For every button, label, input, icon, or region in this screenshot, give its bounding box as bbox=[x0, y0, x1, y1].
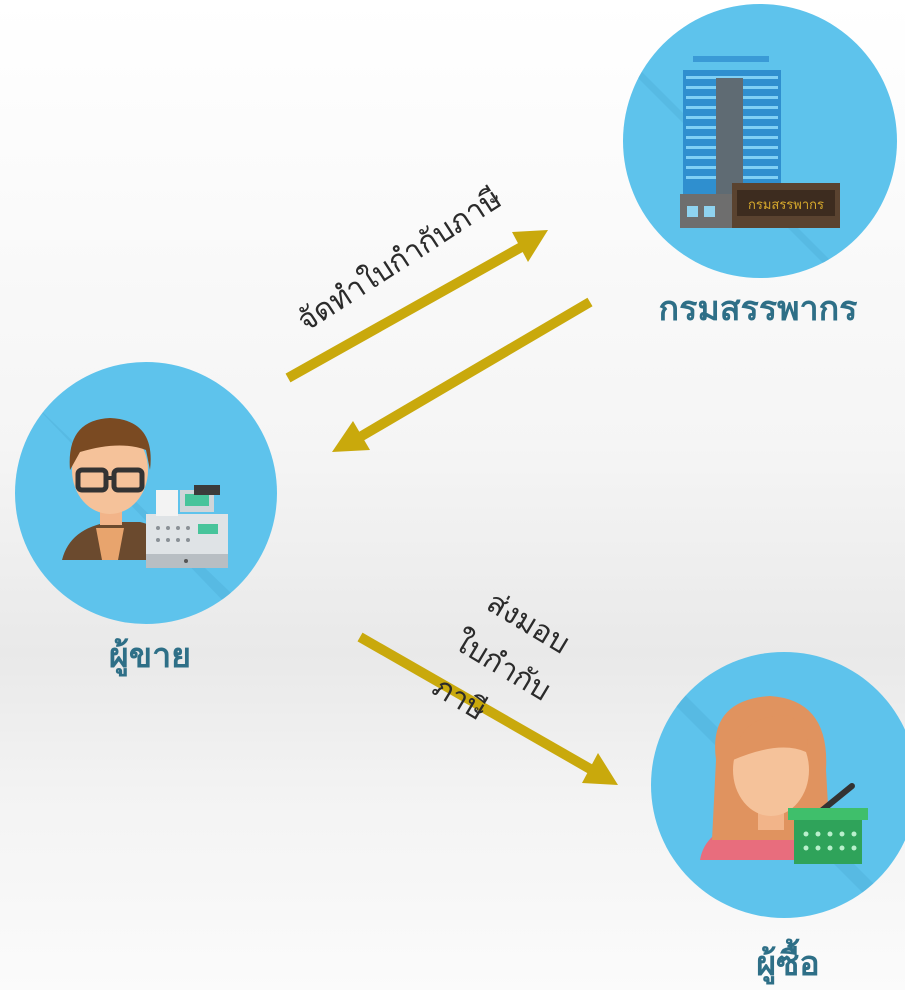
seller-circle bbox=[15, 362, 277, 624]
buyer-label: ผู้ซื้อ bbox=[756, 938, 819, 985]
seller-node bbox=[15, 362, 277, 624]
arrow-return-to-seller bbox=[332, 297, 593, 452]
revenue-department-sign: กรมสรรพากร bbox=[748, 198, 824, 213]
seller-label: ผู้ขาย bbox=[109, 636, 191, 677]
revenue-department-label: กรมสรรพากร bbox=[659, 289, 859, 329]
buyer-node bbox=[651, 652, 905, 918]
flow-diagram: กรมสรรพากร กรมสรรพากร ผู้ขาย ผู้ซื้อ จัด… bbox=[15, 4, 905, 985]
